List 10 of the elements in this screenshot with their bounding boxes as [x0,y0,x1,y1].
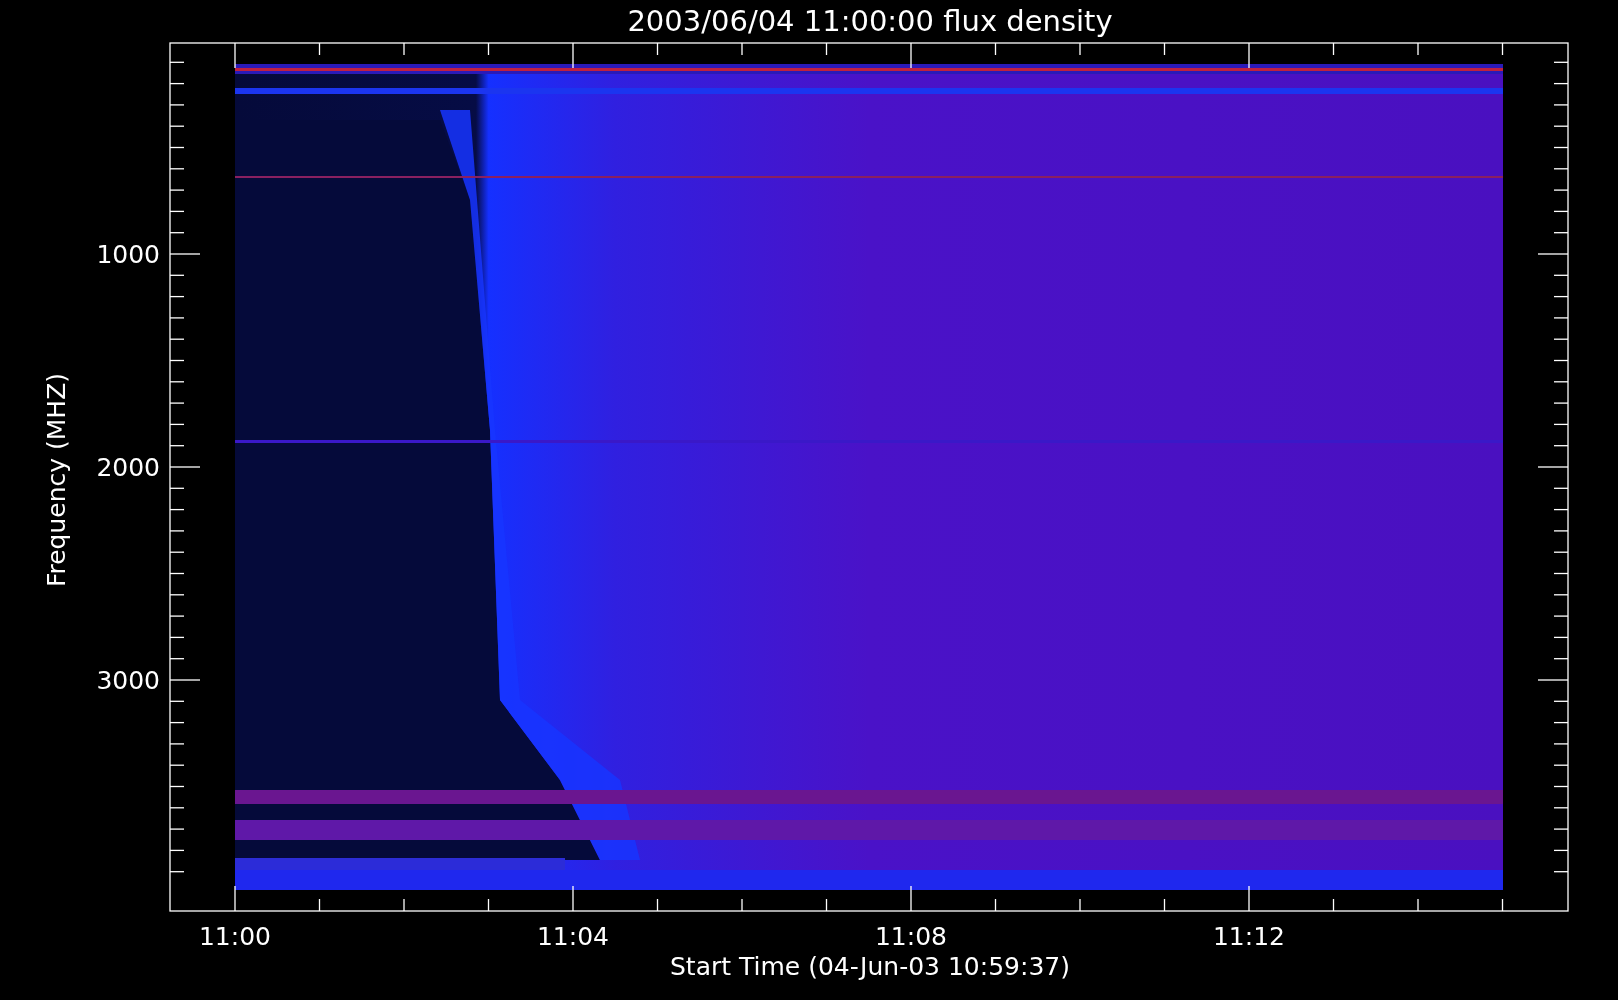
tick-label: 1000 [96,240,160,269]
plot-title: 2003/06/04 11:00:00 flux density [627,4,1113,38]
tick-label: 2000 [96,453,160,482]
axis-label: Frequency (MHZ) [42,372,71,588]
tick-label: 11:08 [875,922,947,951]
tick-label: 11:04 [537,922,609,951]
tick-label: 3000 [96,666,160,695]
tick-label: 11:12 [1213,922,1285,951]
axis-label: Start Time (04-Jun-03 10:59:37) [670,952,1070,981]
tick-label: 11:00 [199,922,271,951]
